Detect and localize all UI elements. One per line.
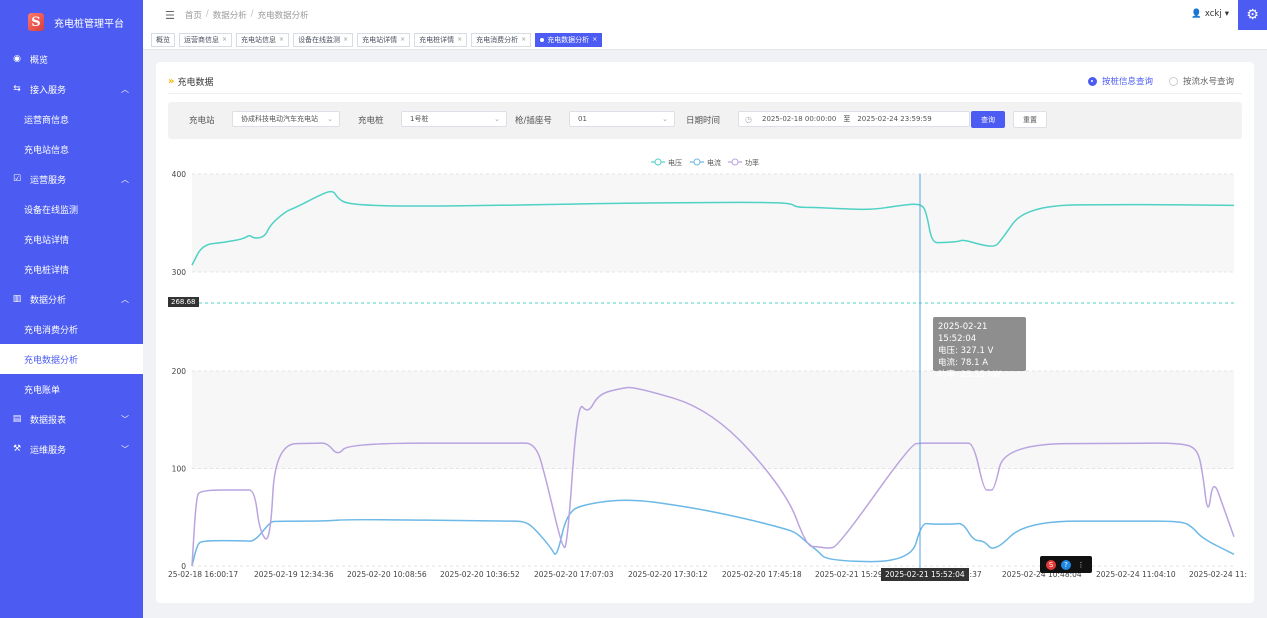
tooltip-power: 功率: 25.55 kW <box>938 370 1001 380</box>
x-tick-label: 2025-02-24 11:04:10 <box>1096 570 1176 579</box>
x-tick-label: 2025-02-20 17:07:03 <box>534 570 614 579</box>
legend-marker <box>731 158 739 166</box>
tooltip-time: 2025-02-21 15:52:04 <box>938 322 988 344</box>
legend-marker <box>693 158 701 166</box>
y-tick-label: 100 <box>172 465 187 474</box>
legend-label: 电压 <box>668 158 682 167</box>
more-icon[interactable]: ⋮ <box>1076 560 1086 570</box>
x-tick-label: 25-02-18 16:00:17 <box>168 570 238 579</box>
y-tick-label: 200 <box>172 367 187 376</box>
legend-label: 功率 <box>745 158 759 167</box>
legend-marker <box>654 158 662 166</box>
x-tick-label: 2025-02-20 10:08:56 <box>347 570 427 579</box>
legend-label: 电流 <box>707 158 721 167</box>
x-tick-label: 2025-02-20 10:36:52 <box>440 570 520 579</box>
x-tick-label: 2025-02-24 11: <box>1189 570 1247 579</box>
y-axis-pointer-label: 268.68 <box>168 297 199 307</box>
chart-band <box>192 174 1234 272</box>
x-tick-label: 2025-02-19 12:34:36 <box>254 570 334 579</box>
chart-tooltip: 2025-02-21 15:52:04 电压: 327.1 V 电流: 78.1… <box>933 317 1026 380</box>
floating-toolbar[interactable]: S ? ⋮ <box>1040 556 1092 573</box>
x-tick-label: 2025-02-21 15:29:2 <box>815 570 890 579</box>
sogou-icon[interactable]: S <box>1046 559 1056 570</box>
chart-band <box>192 371 1234 469</box>
tooltip-voltage: 电压: 327.1 V <box>938 346 994 356</box>
x-tick-label: 2025-02-20 17:30:12 <box>628 570 708 579</box>
y-tick-label: 400 <box>172 170 187 179</box>
x-axis-pointer-label: 2025-02-21 15:52:04 <box>881 568 969 581</box>
help-icon[interactable]: ? <box>1061 559 1071 570</box>
charging-data-line-chart[interactable]: 010020030040025-02-18 16:00:17 2025-02-19… <box>0 0 1267 618</box>
tooltip-current: 电流: 78.1 A <box>938 358 989 368</box>
y-tick-label: 300 <box>172 268 187 277</box>
x-tick-label: 2025-02-20 17:45:18 <box>722 570 802 579</box>
